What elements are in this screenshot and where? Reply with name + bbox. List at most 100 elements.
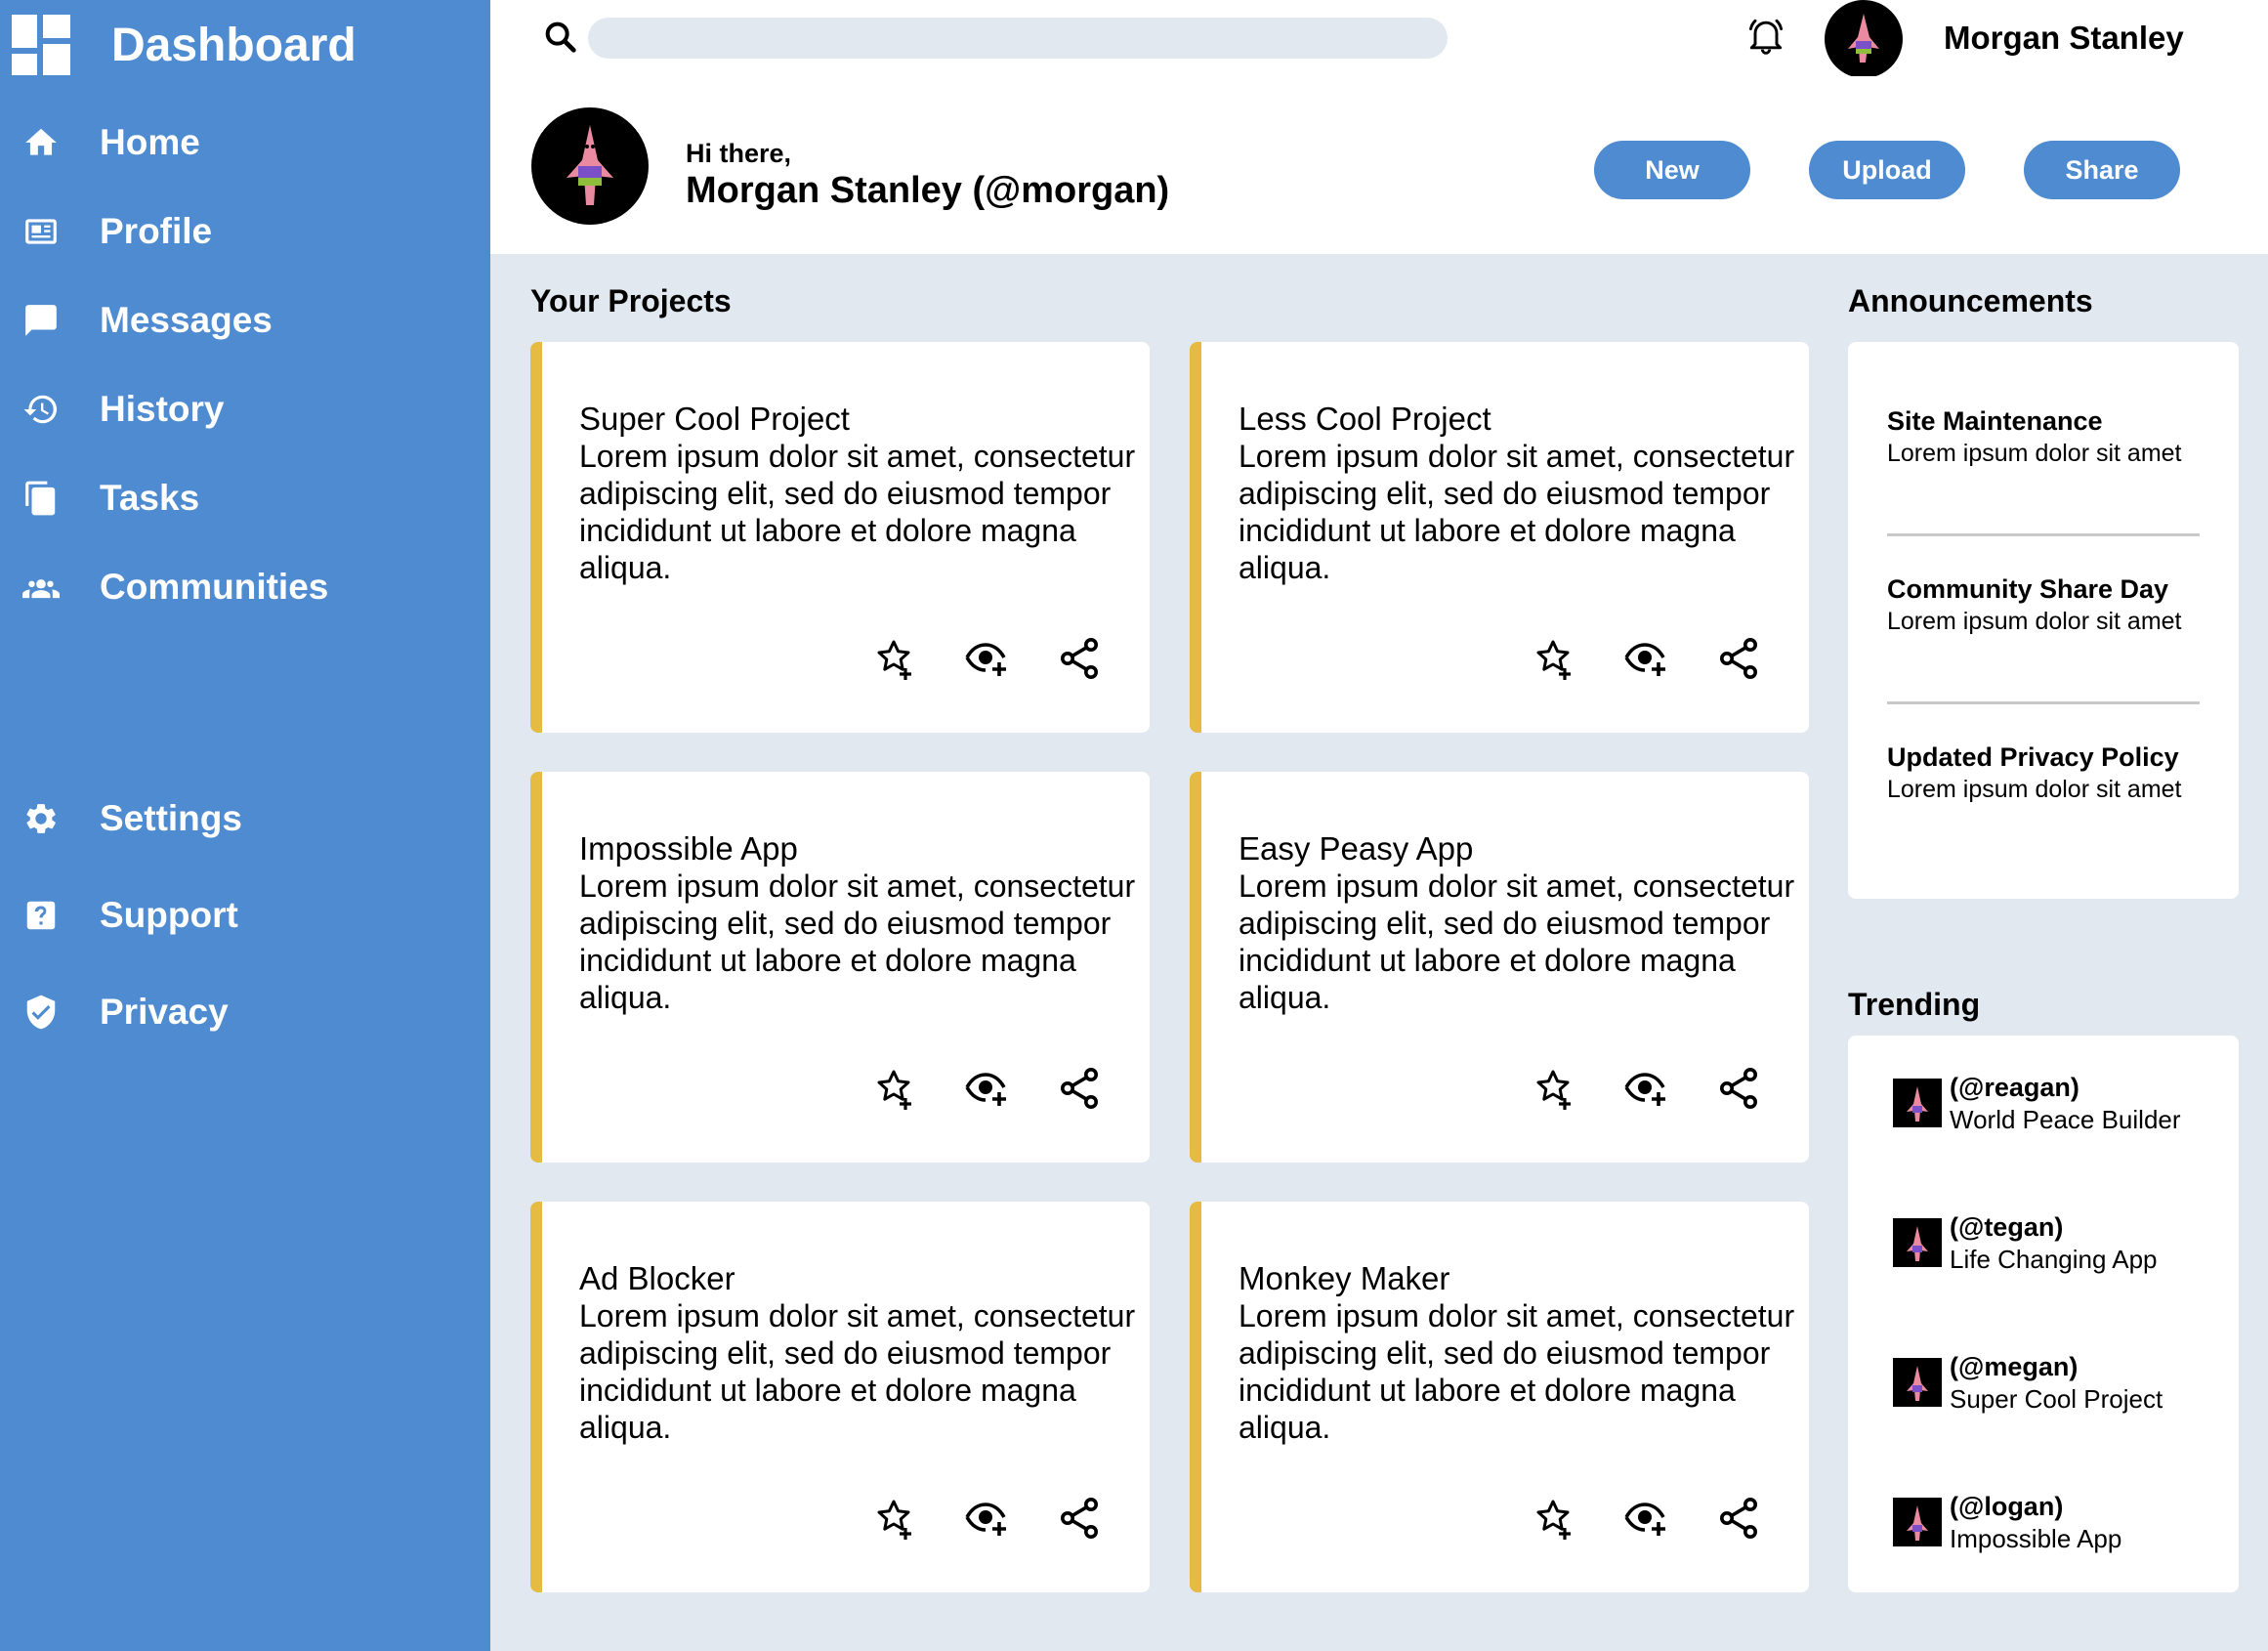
project-title: Easy Peasy App: [1239, 830, 1474, 867]
brand[interactable]: Dashboard: [12, 14, 357, 76]
project-description: Lorem ipsum dolor sit amet, consectetur …: [579, 1298, 1136, 1445]
search-icon[interactable]: [541, 18, 580, 57]
sidebar-item-label: Support: [100, 895, 238, 935]
trending-handle: (@reagan): [1950, 1073, 2079, 1102]
project-actions: [1532, 635, 1785, 684]
trending-avatar: [1893, 1358, 1942, 1407]
trending-project: Life Changing App: [1950, 1245, 2158, 1274]
project-card[interactable]: Super Cool Project Lorem ipsum dolor sit…: [530, 342, 1150, 733]
sidebar-item-tasks[interactable]: Tasks: [21, 469, 199, 528]
share-icon[interactable]: [1715, 635, 1762, 682]
announcement-text: Lorem ipsum dolor sit amet: [1887, 440, 2182, 467]
announcement-item[interactable]: Community Share Day Lorem ipsum dolor si…: [1887, 574, 2200, 636]
sidebar-item-messages[interactable]: Messages: [21, 291, 273, 350]
project-card[interactable]: Less Cool Project Lorem ipsum dolor sit …: [1190, 342, 1809, 733]
trending-avatar: [1893, 1079, 1942, 1127]
star-add-icon[interactable]: [1532, 1065, 1578, 1112]
sidebar: Dashboard Home Profile Messages History …: [0, 0, 490, 1651]
project-card[interactable]: Impossible App Lorem ipsum dolor sit ame…: [530, 772, 1150, 1163]
sidebar-item-label: Profile: [100, 211, 213, 251]
sidebar-item-label: Tasks: [100, 478, 200, 518]
search-input[interactable]: [588, 18, 1448, 59]
project-card[interactable]: Ad Blocker Lorem ipsum dolor sit amet, c…: [530, 1202, 1150, 1592]
divider: [1887, 701, 2200, 704]
project-title: Monkey Maker: [1239, 1260, 1450, 1296]
star-add-icon[interactable]: [872, 1065, 919, 1112]
project-actions: [872, 1065, 1126, 1114]
project-actions: [872, 635, 1126, 684]
star-add-icon[interactable]: [1532, 1495, 1578, 1542]
star-add-icon[interactable]: [872, 635, 919, 682]
announcement-text: Lorem ipsum dolor sit amet: [1887, 608, 2182, 635]
trending-avatar: [1893, 1218, 1942, 1267]
sidebar-item-label: Messages: [100, 300, 273, 340]
gear-icon: [21, 799, 61, 838]
sidebar-item-label: Home: [100, 122, 200, 162]
announcement-item[interactable]: Updated Privacy Policy Lorem ipsum dolor…: [1887, 742, 2200, 804]
divider: [1887, 533, 2200, 536]
trending-project: World Peace Builder: [1950, 1105, 2181, 1134]
project-description: Lorem ipsum dolor sit amet, consectetur …: [1239, 868, 1795, 1015]
sidebar-item-label: Privacy: [100, 992, 229, 1032]
sidebar-item-profile[interactable]: Profile: [21, 202, 212, 261]
greeting-text: Hi there,: [686, 139, 792, 168]
project-actions: [1532, 1065, 1785, 1114]
share-button[interactable]: Share: [2024, 141, 2180, 199]
trending-handle: (@megan): [1950, 1352, 2079, 1381]
project-description: Lorem ipsum dolor sit amet, consectetur …: [579, 439, 1136, 585]
projects-heading: Your Projects: [530, 283, 732, 318]
watch-add-icon[interactable]: [1623, 1065, 1670, 1112]
sidebar-item-label: Communities: [100, 567, 329, 607]
upload-button[interactable]: Upload: [1809, 141, 1965, 199]
trending-project: Impossible App: [1950, 1524, 2122, 1553]
announcement-text: Lorem ipsum dolor sit amet: [1887, 776, 2182, 803]
profile-card-icon: [21, 212, 61, 251]
sidebar-item-settings[interactable]: Settings: [21, 789, 242, 848]
trending-avatar: [1893, 1498, 1942, 1546]
sidebar-item-history[interactable]: History: [21, 380, 224, 439]
message-icon: [21, 301, 61, 340]
dashboard-logo-icon: [12, 15, 70, 75]
share-icon[interactable]: [1715, 1495, 1762, 1542]
share-icon[interactable]: [1056, 1495, 1103, 1542]
trending-item[interactable]: (@megan) Super Cool Project: [1893, 1352, 2163, 1414]
project-actions: [872, 1495, 1126, 1544]
share-icon[interactable]: [1715, 1065, 1762, 1112]
avatar[interactable]: [1825, 0, 1903, 78]
watch-add-icon[interactable]: [964, 1495, 1011, 1542]
share-icon[interactable]: [1056, 635, 1103, 682]
watch-add-icon[interactable]: [1623, 635, 1670, 682]
trending-panel: (@reagan) World Peace Builder (@tegan) L…: [1848, 1036, 2239, 1592]
trending-item[interactable]: (@tegan) Life Changing App: [1893, 1212, 2158, 1274]
star-add-icon[interactable]: [872, 1495, 919, 1542]
help-icon: [21, 896, 61, 935]
app-title: Dashboard: [111, 19, 357, 71]
sidebar-item-home[interactable]: Home: [21, 113, 200, 172]
home-icon: [21, 123, 61, 162]
project-actions: [1532, 1495, 1785, 1544]
watch-add-icon[interactable]: [1623, 1495, 1670, 1542]
notification-bell-icon[interactable]: [1744, 14, 1787, 57]
topbar: Morgan Stanley: [490, 0, 2268, 78]
profile-avatar: [531, 107, 649, 225]
sidebar-item-label: History: [100, 389, 225, 429]
sidebar-item-support[interactable]: Support: [21, 886, 238, 945]
sidebar-item-communities[interactable]: Communities: [21, 558, 328, 616]
star-add-icon[interactable]: [1532, 635, 1578, 682]
trending-item[interactable]: (@logan) Impossible App: [1893, 1492, 2121, 1553]
trending-item[interactable]: (@reagan) World Peace Builder: [1893, 1073, 2181, 1134]
project-card[interactable]: Easy Peasy App Lorem ipsum dolor sit ame…: [1190, 772, 1809, 1163]
announcement-item[interactable]: Site Maintenance Lorem ipsum dolor sit a…: [1887, 406, 2200, 468]
trending-handle: (@logan): [1950, 1492, 2064, 1521]
username[interactable]: Morgan Stanley: [1944, 20, 2184, 57]
project-card[interactable]: Monkey Maker Lorem ipsum dolor sit amet,…: [1190, 1202, 1809, 1592]
new-button[interactable]: New: [1594, 141, 1750, 199]
announcements-heading: Announcements: [1848, 283, 2093, 318]
trending-handle: (@tegan): [1950, 1212, 2064, 1242]
watch-add-icon[interactable]: [964, 635, 1011, 682]
watch-add-icon[interactable]: [964, 1065, 1011, 1112]
share-icon[interactable]: [1056, 1065, 1103, 1112]
sidebar-item-privacy[interactable]: Privacy: [21, 983, 229, 1041]
project-description: Lorem ipsum dolor sit amet, consectetur …: [579, 868, 1136, 1015]
sidebar-item-label: Settings: [100, 798, 242, 838]
